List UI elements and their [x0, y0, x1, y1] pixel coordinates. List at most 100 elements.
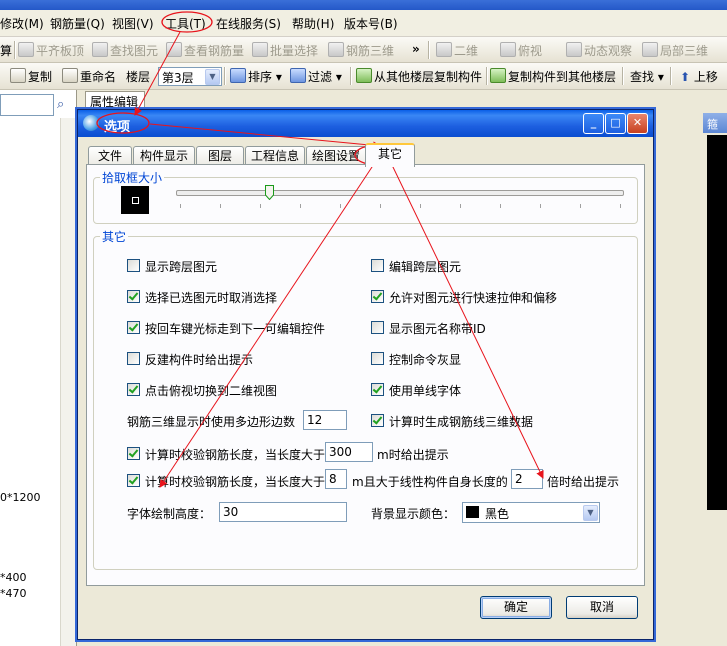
list-item[interactable]: *470 — [0, 587, 27, 600]
floor-label: 楼层 — [126, 70, 151, 84]
menu-tools[interactable]: 工具(T) — [165, 15, 206, 32]
orbit-icon — [566, 42, 582, 57]
tab-layer-label: 图层 — [207, 149, 232, 163]
tab-project-info[interactable]: 工程信息 — [245, 146, 305, 165]
toolbar-separator — [14, 41, 16, 59]
checkbox-label: 显示图元名称带ID — [389, 322, 486, 336]
pick-box-slider-thumb[interactable] — [265, 185, 274, 200]
component-search-input[interactable] — [0, 94, 54, 116]
checkbox-label: 使用单线字体 — [389, 384, 462, 398]
move-up-label: 上移 — [693, 70, 718, 84]
bg-color-select[interactable]: 黑色 ▼ — [462, 502, 600, 523]
other-options-group: 其它 显示跨层图元 选择已选图元时取消选择 按回车键光标走到下一可编辑控件 反建… — [93, 228, 638, 570]
polygon-sides-label: 钢筋三维显示时使用多边形边数 — [127, 415, 296, 429]
rename-button[interactable]: 重命名 — [62, 68, 116, 85]
tab-drawing-settings[interactable]: 绘图设置 — [306, 146, 366, 165]
bg-color-value: 黑色 — [485, 507, 510, 521]
tab-project-info-label: 工程信息 — [250, 149, 299, 163]
align-slab-top-button[interactable]: 平齐板顶 — [18, 42, 84, 59]
menu-version[interactable]: 版本号(B) — [344, 15, 398, 32]
local-3d-button[interactable]: 局部三维 — [642, 42, 708, 59]
rebar-length-min-value: 8 — [329, 472, 337, 486]
checkbox-box — [127, 321, 140, 334]
sort-icon — [230, 68, 246, 83]
slider-tick — [300, 204, 301, 208]
checkbox-label: 点击俯视切换到二维视图 — [145, 384, 278, 398]
align-icon — [18, 42, 34, 57]
toolbar-calc[interactable]: 算 — [0, 42, 12, 59]
view-rebar-label: 查看钢筋量 — [184, 44, 245, 58]
bg-color-label-text: 背景显示颜色 — [371, 507, 444, 521]
polygon-sides-input[interactable]: 12 — [303, 410, 347, 430]
rebar-3d-button[interactable]: 钢筋三维 — [328, 42, 394, 59]
batch-select-button[interactable]: 批量选择 — [252, 42, 318, 59]
dynamic-observe-button[interactable]: 动态观察 — [566, 42, 632, 59]
view-2d-label: 二维 — [454, 44, 479, 58]
menu-view[interactable]: 视图(V) — [112, 15, 154, 32]
slider-tick — [380, 204, 381, 208]
copy-button[interactable]: 复制 — [10, 68, 52, 85]
font-height-input[interactable]: 30 — [219, 502, 347, 522]
tab-property-edit[interactable]: 属性编辑 — [85, 91, 145, 110]
view-rebar-button[interactable]: 查看钢筋量 — [166, 42, 244, 59]
copy-from-floor-icon — [356, 68, 372, 83]
font-height-label: 字体绘制高度： — [127, 507, 212, 521]
slider-tick — [220, 204, 221, 208]
tab-file[interactable]: 文件 — [88, 146, 132, 165]
view-2d-button[interactable]: 二维 — [436, 42, 478, 59]
filter-icon — [290, 68, 306, 83]
checkbox-label: 计算时生成钢筋线三维数据 — [389, 415, 534, 429]
rebar-length-limit-suffix: m时给出提示 — [377, 448, 449, 462]
checkbox-box — [371, 290, 384, 303]
pick-box-slider-track[interactable] — [176, 190, 624, 196]
floor-select[interactable]: 第3层 ▼ — [158, 67, 222, 86]
rebar-length-ratio-input[interactable]: 2 — [511, 469, 543, 489]
minimize-button[interactable]: _ — [583, 113, 604, 134]
font-height-label-text: 字体绘制高度 — [127, 507, 200, 521]
tab-component-display[interactable]: 构件显示 — [133, 146, 195, 165]
toolbar-separator — [350, 67, 352, 85]
left-scrollbar[interactable] — [60, 118, 76, 646]
rebar-3d-label: 钢筋三维 — [346, 44, 395, 58]
top-view-button[interactable]: 俯视 — [500, 42, 542, 59]
menu-online-service[interactable]: 在线服务(S) — [216, 15, 281, 32]
checkbox-box — [127, 259, 140, 272]
slider-tick — [260, 204, 261, 208]
sort-button[interactable]: 排序 ▾ — [230, 68, 282, 85]
polygon-sides-value: 12 — [307, 413, 323, 427]
find-button[interactable]: 查找 ▾ — [630, 68, 664, 85]
maximize-button[interactable]: □ — [605, 113, 626, 134]
drawing-canvas[interactable] — [707, 135, 727, 510]
toolbar-overflow-button[interactable]: » — [412, 42, 420, 56]
rebar-length-min-input[interactable]: 8 — [325, 469, 347, 489]
copy-to-other-floor-button[interactable]: 复制构件到其他楼层 — [490, 68, 616, 85]
filter-button[interactable]: 过滤 ▾ — [290, 68, 342, 85]
rename-icon — [62, 68, 78, 83]
tab-layer[interactable]: 图层 — [196, 146, 244, 165]
cancel-button[interactable]: 取消 — [566, 596, 638, 619]
rebar-length-limit-input[interactable]: 300 — [325, 442, 373, 462]
slider-tick — [460, 204, 461, 208]
ok-label: 确定 — [503, 600, 528, 614]
close-button[interactable]: ✕ — [627, 113, 648, 134]
move-up-button[interactable]: ⬆ 上移 — [680, 68, 718, 85]
tab-other[interactable]: 其它 — [365, 143, 415, 167]
list-item[interactable]: *400 — [0, 571, 27, 584]
menu-help[interactable]: 帮助(H) — [292, 15, 334, 32]
bg-color-label: 背景显示颜色： — [371, 507, 456, 521]
floor-select-value: 第3层 — [162, 71, 194, 85]
checkbox-label: 允许对图元进行快速拉伸和偏移 — [389, 291, 558, 305]
checkbox-label: 计算时校验钢筋长度，当长度大于 — [145, 475, 326, 489]
slider-tick — [540, 204, 541, 208]
search-icon[interactable]: ⌕ — [57, 97, 64, 112]
menu-modify[interactable]: 修改(M) — [0, 15, 44, 32]
slider-tick — [500, 204, 501, 208]
find-element-button[interactable]: 查找图元 — [92, 42, 158, 59]
pick-box-size-group: 拾取框大小 — [93, 169, 638, 224]
slider-tick — [580, 204, 581, 208]
copy-from-other-floor-button[interactable]: 从其他楼层复制构件 — [356, 68, 482, 85]
menu-rebar-quantity[interactable]: 钢筋量(Q) — [50, 15, 105, 32]
dialog-title-bar[interactable]: 选项 _ □ ✕ — [78, 110, 653, 137]
list-item[interactable]: 0*1200 — [0, 491, 41, 504]
ok-button[interactable]: 确定 — [480, 596, 552, 619]
